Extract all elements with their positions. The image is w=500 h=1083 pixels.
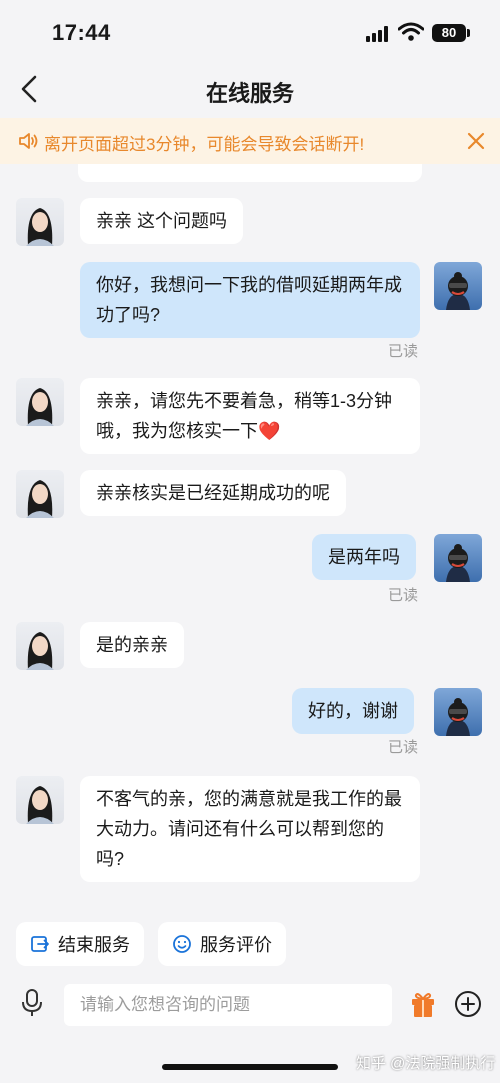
user-avatar[interactable]	[434, 262, 482, 310]
home-indicator	[162, 1064, 338, 1070]
read-status: 已读	[388, 343, 419, 360]
status-time: 17:44	[52, 20, 111, 45]
chat-area[interactable]: 亲亲 这个问题吗 你好，我想问一下我的借呗延期两年成功了吗? 已读 亲亲，请您先…	[0, 164, 500, 916]
end-service-label: 结束服务	[58, 935, 130, 955]
watermark: 知乎 @法院强制执行	[356, 1055, 496, 1072]
read-status: 已读	[388, 587, 419, 604]
end-service-button[interactable]: 结束服务	[16, 922, 144, 966]
user-message: 是两年吗	[312, 534, 416, 580]
agent-avatar[interactable]	[16, 378, 64, 426]
microphone-icon[interactable]	[20, 988, 44, 1018]
smiley-icon	[173, 935, 191, 953]
nav-bar: 在线服务	[0, 62, 500, 118]
agent-avatar[interactable]	[16, 198, 64, 246]
exit-icon	[31, 936, 49, 952]
status-bar: 17:44 80	[0, 0, 500, 62]
wifi-icon	[398, 22, 424, 41]
page-title: 在线服务	[205, 81, 294, 106]
message-bubble-partial	[78, 164, 422, 182]
user-message: 你好，我想问一下我的借呗延期两年成功了吗?	[80, 262, 420, 338]
read-status: 已读	[388, 739, 419, 756]
session-timeout-notice: 离开页面超过3分钟，可能会导致会话断开!	[0, 118, 500, 164]
battery-indicator: 80	[432, 24, 466, 42]
agent-message: 亲亲核实是已经延期成功的呢	[80, 470, 346, 516]
notice-text: 离开页面超过3分钟，可能会导致会话断开!	[44, 135, 365, 154]
rate-service-label: 服务评价	[200, 935, 272, 955]
gift-icon[interactable]	[410, 990, 436, 1018]
battery-tip	[467, 29, 470, 37]
agent-message: 亲亲 这个问题吗	[80, 198, 244, 244]
agent-avatar[interactable]	[16, 776, 64, 824]
agent-message: 亲亲，请您先不要着急，稍等1-3分钟哦，我为您核实一下❤️	[80, 378, 420, 454]
cellular-signal-icon	[366, 26, 390, 42]
agent-avatar[interactable]	[16, 622, 64, 670]
message-input[interactable]	[64, 984, 392, 1026]
user-avatar[interactable]	[434, 534, 482, 582]
user-avatar[interactable]	[434, 688, 482, 736]
close-icon[interactable]	[464, 129, 488, 153]
user-message: 好的，谢谢	[292, 688, 414, 734]
agent-avatar[interactable]	[16, 470, 64, 518]
agent-message: 不客气的亲，您的满意就是我工作的最大动力。请问还有什么可以帮到您的吗?	[80, 776, 420, 882]
agent-message: 是的亲亲	[80, 622, 184, 668]
plus-icon[interactable]	[454, 990, 482, 1018]
speaker-icon	[19, 133, 38, 149]
rate-service-button[interactable]: 服务评价	[158, 922, 286, 966]
input-bar: 知乎 @法院强制执行	[0, 974, 500, 1083]
